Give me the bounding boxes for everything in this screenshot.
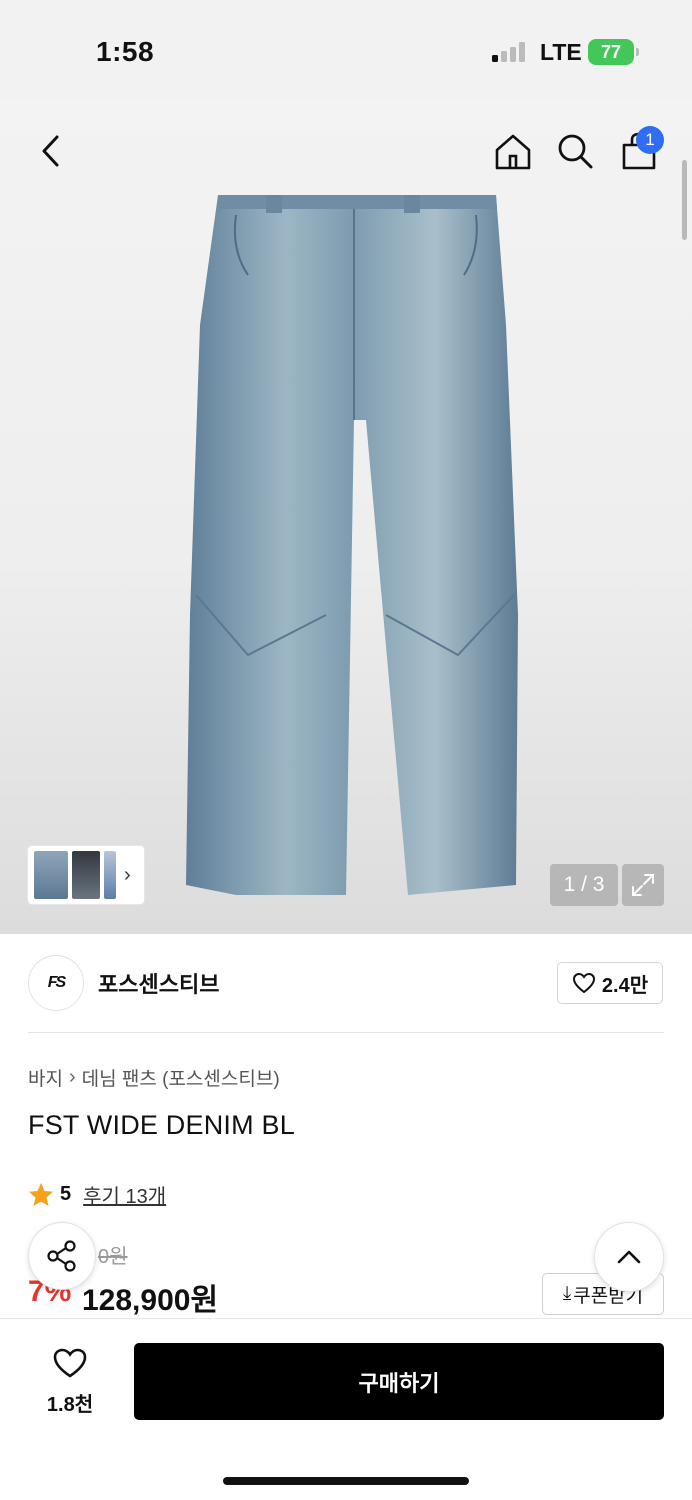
download-icon: ⤓ — [562, 1283, 572, 1304]
thumbnail-strip[interactable]: › — [28, 846, 144, 904]
search-icon — [558, 134, 593, 169]
heart-icon — [572, 972, 595, 994]
image-counter: 1 / 3 — [550, 864, 618, 906]
share-icon — [47, 1240, 76, 1272]
chevron-up-icon — [617, 1250, 641, 1264]
rating-score: 5 — [60, 1183, 72, 1205]
brand-logo-text: FS — [47, 974, 67, 991]
battery-icon: 77 — [588, 39, 639, 65]
scroll-top-button[interactable] — [594, 1222, 664, 1292]
thumbnail-image[interactable] — [34, 851, 68, 899]
back-button[interactable] — [28, 128, 74, 174]
wishlist-count: 1.8천 — [46, 1394, 94, 1416]
star-icon — [29, 1182, 53, 1206]
network-label: LTE — [540, 39, 582, 65]
sale-price: 128,900원 — [82, 1284, 219, 1317]
brand-logo[interactable]: FS — [28, 955, 84, 1011]
brand-name[interactable]: 포스센스티브 — [98, 967, 219, 999]
chevron-right-icon: › — [68, 1066, 76, 1088]
cart-count-badge: 1 — [636, 126, 664, 154]
status-bar: 1:58 LTE 77 — [0, 0, 692, 100]
rating-row: 5 후기 13개 — [28, 1180, 166, 1209]
product-gallery[interactable]: 1 › 1 / 3 — [0, 100, 692, 934]
product-title: FST WIDE DENIM BL — [28, 1110, 295, 1140]
chevron-right-icon[interactable]: › — [124, 864, 131, 887]
home-icon — [495, 134, 531, 170]
thumbnail-image[interactable] — [104, 851, 116, 899]
breadcrumb: 바지 › 데님 팬츠 (포스센스티브) — [28, 1064, 280, 1091]
battery-level: 77 — [600, 41, 622, 62]
product-image — [186, 195, 518, 895]
signal-icon — [492, 42, 525, 62]
review-link[interactable]: 후기 13개 — [83, 1180, 166, 1209]
bottom-action-bar: 1.8천 구매하기 — [0, 1318, 692, 1500]
search-button[interactable] — [552, 128, 598, 174]
brand-like-count: 2.4만 — [601, 974, 649, 997]
thumbnail-image[interactable] — [72, 851, 100, 899]
breadcrumb-subcategory[interactable]: 데님 팬츠 (포스센스티브) — [82, 1064, 280, 1091]
home-indicator — [223, 1477, 469, 1485]
expand-button[interactable] — [622, 864, 664, 906]
expand-icon — [632, 874, 654, 896]
chevron-left-icon — [42, 135, 59, 167]
wishlist-button[interactable]: 1.8천 — [36, 1347, 104, 1417]
heart-icon — [53, 1348, 87, 1378]
original-price: 0원 — [98, 1246, 128, 1268]
brand-like-button[interactable]: 2.4만 — [557, 962, 663, 1004]
home-button[interactable] — [490, 128, 536, 174]
status-time: 1:58 — [96, 36, 155, 67]
scrollbar[interactable] — [682, 160, 687, 240]
buy-button[interactable]: 구매하기 — [134, 1343, 664, 1420]
divider — [28, 1032, 664, 1033]
share-button[interactable] — [28, 1222, 96, 1290]
breadcrumb-category[interactable]: 바지 — [28, 1064, 63, 1091]
